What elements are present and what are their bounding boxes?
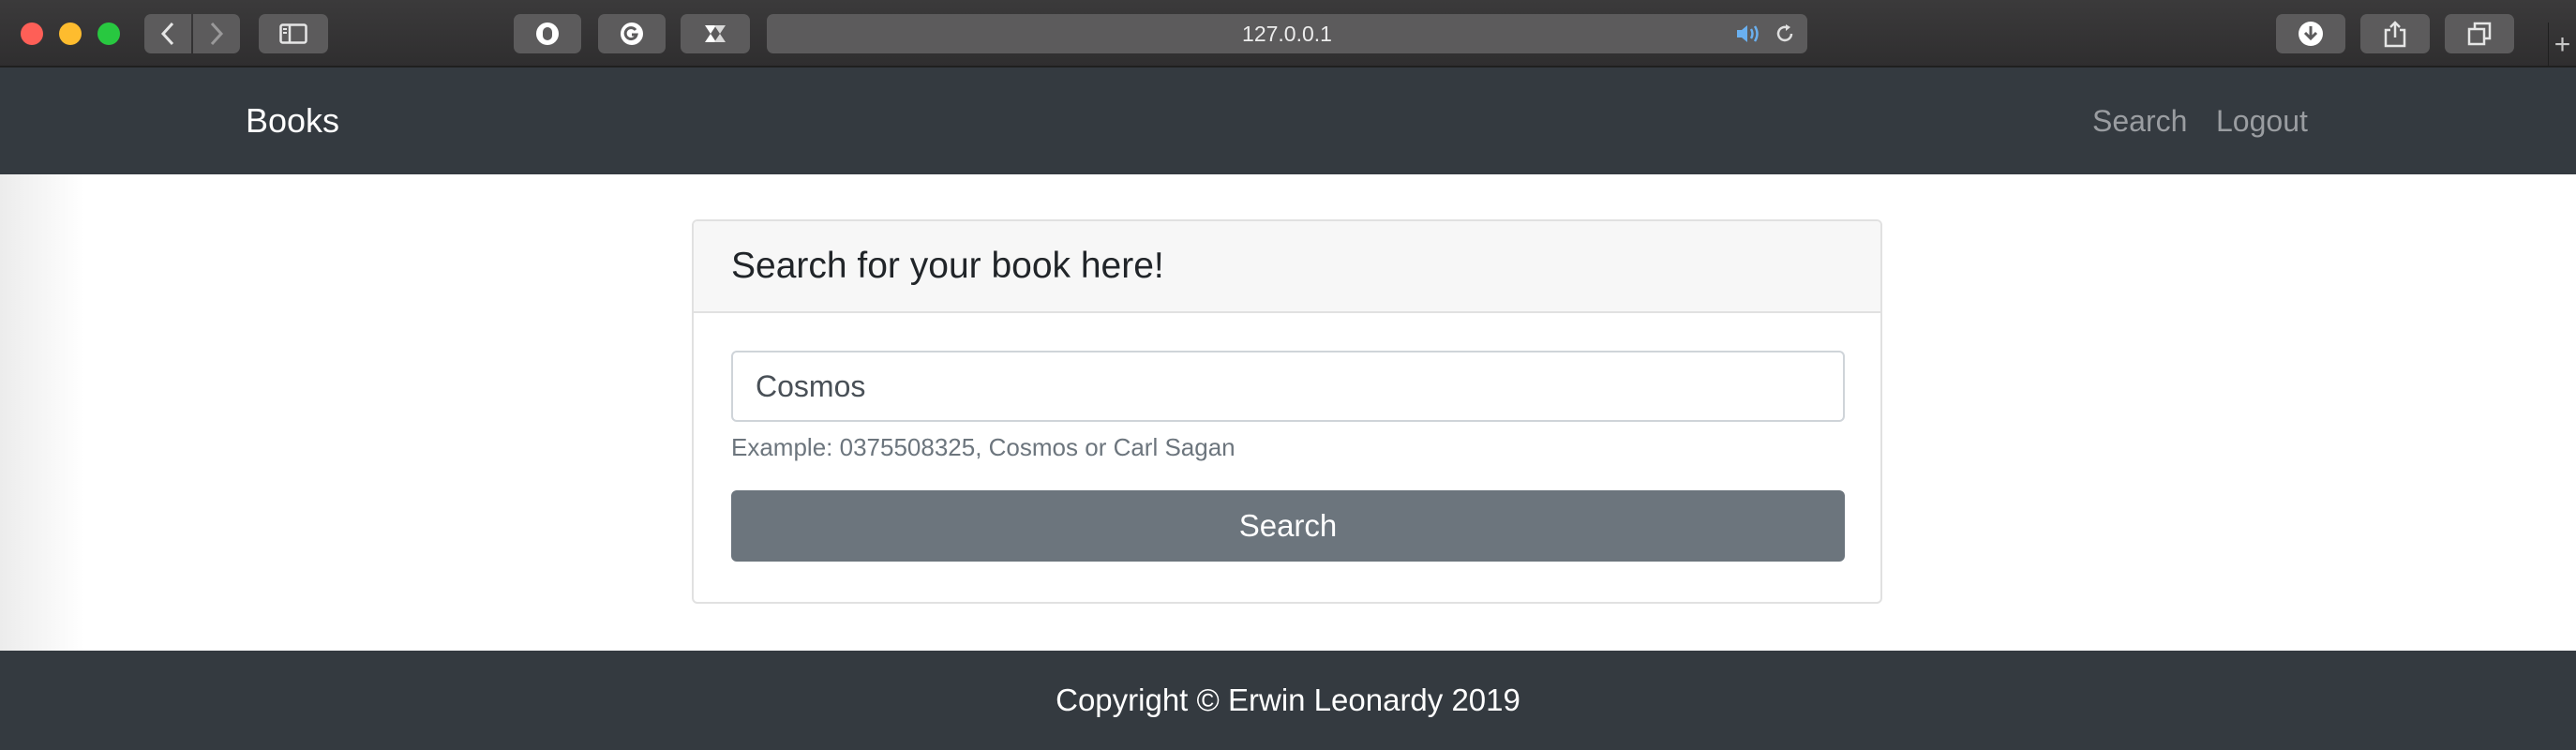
forward-button[interactable] <box>193 14 240 53</box>
main-content: Search for your book here! Example: 0375… <box>0 174 2576 651</box>
search-input[interactable] <box>731 351 1845 422</box>
sidebar-button[interactable] <box>259 14 328 53</box>
site-navbar: Books Search Logout <box>0 68 2576 174</box>
chevron-left-icon <box>160 22 174 46</box>
nav-link-logout[interactable]: Logout <box>2216 68 2308 174</box>
downloads-button[interactable] <box>2276 14 2345 53</box>
footer: Copyright © Erwin Leonardy 2019 <box>0 651 2576 750</box>
search-card: Search for your book here! Example: 0375… <box>692 219 1882 604</box>
new-tab-button[interactable]: + <box>2548 22 2576 68</box>
nav-link-search[interactable]: Search <box>2092 68 2187 174</box>
reload-icon[interactable] <box>1774 22 1796 45</box>
tabs-overview-icon <box>2467 22 2492 46</box>
address-bar[interactable]: 127.0.0.1 <box>767 14 1807 53</box>
card-body: Example: 0375508325, Cosmos or Carl Saga… <box>694 313 1880 599</box>
url-text: 127.0.0.1 <box>1242 21 1332 46</box>
extension-button-3[interactable] <box>681 14 750 53</box>
brand-link[interactable]: Books <box>246 68 339 174</box>
download-icon <box>2299 22 2323 46</box>
ghostery-icon <box>536 22 559 45</box>
tab-overview-button[interactable] <box>2445 14 2514 53</box>
speaker-icon[interactable] <box>1734 22 1762 45</box>
extension-button-2[interactable] <box>598 14 666 53</box>
zoom-window-button[interactable] <box>97 22 120 45</box>
card-title: Search for your book here! <box>694 221 1880 313</box>
share-icon <box>2384 21 2406 48</box>
grammarly-icon <box>621 22 643 45</box>
search-button[interactable]: Search <box>731 490 1845 562</box>
share-button[interactable] <box>2360 14 2430 53</box>
search-help-text: Example: 0375508325, Cosmos or Carl Saga… <box>731 433 1236 461</box>
back-button[interactable] <box>144 14 191 53</box>
sidebar-icon <box>279 23 307 44</box>
extension-button-1[interactable] <box>514 14 581 53</box>
extension-icon <box>705 25 726 42</box>
minimize-window-button[interactable] <box>59 22 82 45</box>
copyright-text: Copyright © Erwin Leonardy 2019 <box>1056 682 1520 717</box>
browser-toolbar: 127.0.0.1 + <box>0 0 2576 68</box>
chevron-right-icon <box>210 22 224 46</box>
close-window-button[interactable] <box>21 22 43 45</box>
